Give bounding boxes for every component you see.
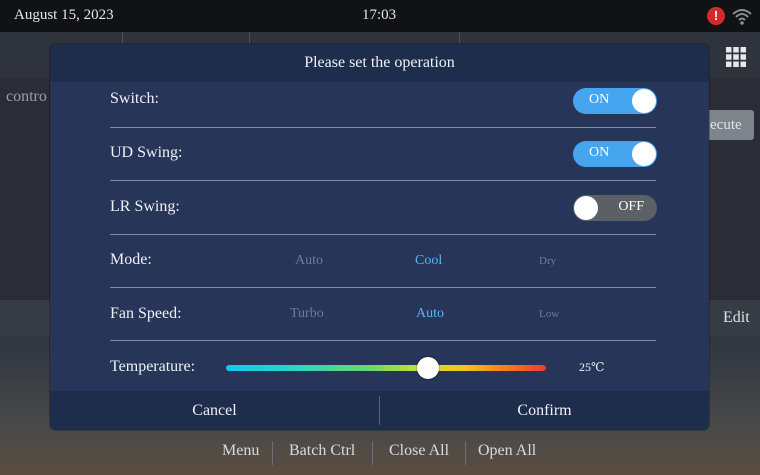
alert-icon[interactable]: ! [707,7,725,25]
ud-swing-state: ON [589,145,610,160]
nav-close-all[interactable]: Close All [389,442,449,460]
toggle-knob [632,142,656,166]
mode-label: Mode: [110,251,152,268]
temperature-value: 25℃ [579,360,605,374]
status-date: August 15, 2023 [14,7,114,23]
nav-batch-ctrl[interactable]: Batch Ctrl [289,442,355,460]
mode-option-cool[interactable]: Cool [415,253,442,269]
switch-state: ON [589,92,610,107]
switch-label: Switch: [110,90,159,107]
edit-button[interactable]: Edit [723,309,750,327]
nav-menu[interactable]: Menu [222,442,259,460]
wifi-icon [732,9,752,25]
divider [110,180,656,181]
mode-row: Mode: [50,235,709,288]
lr-swing-label: LR Swing: [110,198,180,215]
nav-separator [272,441,273,465]
status-bar: August 15, 2023 17:03 ! [0,0,760,32]
nav-separator [372,441,373,465]
confirm-button[interactable]: Confirm [380,391,709,430]
control-label: contro [6,88,47,105]
nav-open-all[interactable]: Open All [478,442,536,460]
switch-toggle[interactable]: ON [573,88,657,114]
lr-swing-state: OFF [618,199,644,214]
fan-speed-row: Fan Speed: [50,289,709,342]
fan-option-low[interactable]: Low [539,308,559,320]
temperature-slider-track[interactable] [226,365,546,371]
temperature-label: Temperature: [110,358,196,375]
cancel-button[interactable]: Cancel [50,391,379,430]
grid-icon[interactable] [726,47,746,67]
divider [110,340,656,341]
fan-option-turbo[interactable]: Turbo [290,306,324,322]
operation-dialog: Please set the operation Switch: ON UD S… [50,44,709,430]
ud-swing-toggle[interactable]: ON [573,141,657,167]
divider [110,287,656,288]
toggle-knob [632,89,656,113]
ud-swing-label: UD Swing: [110,144,183,161]
fan-option-auto[interactable]: Auto [416,306,444,322]
temperature-slider-handle[interactable] [416,357,439,379]
bottom-nav: Menu Batch Ctrl Close All Open All [0,437,760,469]
toggle-knob [574,196,598,220]
nav-separator [465,441,466,465]
mode-option-dry[interactable]: Dry [539,255,556,267]
dialog-footer: Cancel Confirm [50,391,709,430]
mode-option-auto[interactable]: Auto [295,253,323,269]
fan-speed-label: Fan Speed: [110,305,182,322]
status-time: 17:03 [362,7,397,23]
lr-swing-toggle[interactable]: OFF [573,195,657,221]
